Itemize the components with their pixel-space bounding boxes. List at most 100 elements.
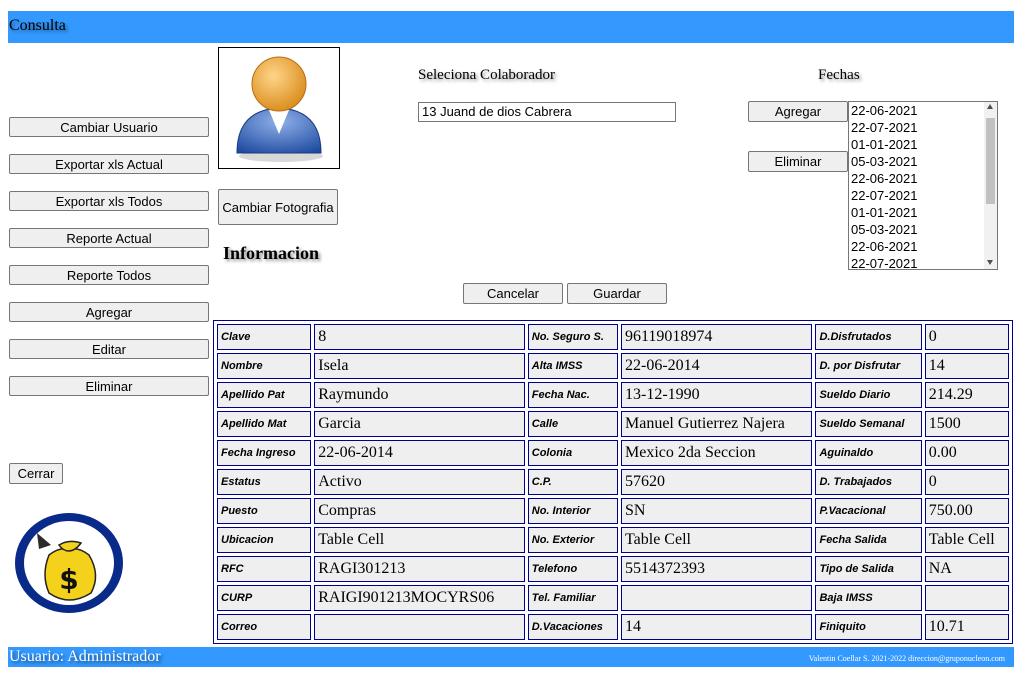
report-all-button[interactable]: Reporte Todos [9, 265, 209, 285]
field-value[interactable]: 750.00 [924, 498, 1009, 524]
field-label: Calle [527, 411, 618, 437]
delete-button[interactable]: Eliminar [9, 376, 209, 396]
change-photo-button[interactable]: Cambiar Fotografia [218, 189, 338, 225]
field-label: Apellido Mat [217, 411, 312, 437]
dates-scrollbar[interactable] [984, 102, 997, 269]
field-value[interactable]: 10.71 [924, 614, 1009, 640]
field-label: Nombre [217, 353, 312, 379]
field-label: Finiquito [815, 614, 922, 640]
scroll-up-icon[interactable] [987, 104, 993, 109]
date-list-item[interactable]: 22-07-2021 [849, 255, 985, 269]
field-label: Telefono [527, 556, 618, 582]
footer-bar: Usuario: Administrador Valentin Coellar … [8, 647, 1014, 667]
date-list-item[interactable]: 22-07-2021 [849, 187, 985, 204]
field-value[interactable]: Table Cell [924, 527, 1009, 553]
field-label: Estatus [217, 469, 312, 495]
table-row: Nombre Isela Alta IMSS 22-06-2014 D. por Dis… [217, 353, 1009, 379]
field-value[interactable]: 8 [314, 324, 525, 350]
field-value[interactable]: 14 [924, 353, 1009, 379]
report-current-button[interactable]: Reporte Actual [9, 228, 209, 248]
field-label: Apellido Pat [217, 382, 312, 408]
field-value[interactable]: 1500 [924, 411, 1009, 437]
field-value[interactable] [620, 585, 813, 611]
table-row: CURP RAIGI901213MOCYRS06 Tel. Familiar Baja… [217, 585, 1009, 611]
field-value[interactable]: 214.29 [924, 382, 1009, 408]
date-list-item[interactable]: 01-01-2021 [849, 136, 985, 153]
scroll-thumb[interactable] [986, 118, 995, 204]
date-list-item[interactable]: 22-06-2021 [849, 238, 985, 255]
date-list-item[interactable]: 22-06-2021 [849, 102, 985, 119]
field-value[interactable]: Compras [314, 498, 525, 524]
date-list-item[interactable]: 22-07-2021 [849, 119, 985, 136]
export-xls-all-button[interactable]: Exportar xls Todos [9, 191, 209, 211]
field-value[interactable]: Mexico 2da Seccion [620, 440, 813, 466]
field-label: P.Vacacional [815, 498, 922, 524]
field-label: RFC [217, 556, 312, 582]
field-value[interactable]: NA [924, 556, 1009, 582]
table-row: RFC RAGI301213 Telefono 5514372393 Tipo de S… [217, 556, 1009, 582]
field-value[interactable]: SN [620, 498, 813, 524]
field-value[interactable]: 0 [924, 324, 1009, 350]
save-button[interactable]: Guardar [567, 283, 667, 304]
field-value[interactable]: 13-12-1990 [620, 382, 813, 408]
table-row: Apellido Mat Garcia Calle Manuel Gutierrez … [217, 411, 1009, 437]
user-avatar-icon [236, 56, 323, 162]
field-value[interactable]: Table Cell [314, 527, 525, 553]
table-row: Ubicacion Table Cell No. Exterior Table Cel… [217, 527, 1009, 553]
date-list-item[interactable]: 22-06-2021 [849, 170, 985, 187]
collaborator-label: Seleciona Colaborador [418, 67, 556, 83]
add-button[interactable]: Agregar [9, 302, 209, 322]
date-list-item[interactable]: 01-01-2021 [849, 204, 985, 221]
date-list-item[interactable]: 05-03-2021 [849, 221, 985, 238]
field-label: Aguinaldo [815, 440, 922, 466]
field-value[interactable]: Activo [314, 469, 525, 495]
field-value[interactable]: Manuel Gutierrez Najera [620, 411, 813, 437]
field-value[interactable]: 22-06-2014 [620, 353, 813, 379]
table-row: Puesto Compras No. Interior SN P.Vacacional 7… [217, 498, 1009, 524]
field-value[interactable]: 14 [620, 614, 813, 640]
table-row: Correo D.Vacaciones 14 Finiquito 10.71 [217, 614, 1009, 640]
field-label: D. por Disfrutar [815, 353, 922, 379]
field-label: Fecha Ingreso [217, 440, 312, 466]
field-label: Fecha Nac. [527, 382, 618, 408]
add-date-button[interactable]: Agregar [748, 101, 848, 122]
field-value[interactable]: 57620 [620, 469, 813, 495]
table-row: Estatus Activo C.P. 57620 D. Trabajados 0 [217, 469, 1009, 495]
field-label: No. Exterior [527, 527, 618, 553]
field-label: Baja IMSS [815, 585, 922, 611]
field-label: No. Seguro S. [527, 324, 618, 350]
field-value[interactable] [924, 585, 1009, 611]
field-label: D. Trabajados [815, 469, 922, 495]
field-value[interactable]: 22-06-2014 [314, 440, 525, 466]
scroll-down-icon[interactable] [987, 260, 993, 265]
field-value[interactable]: Table Cell [620, 527, 813, 553]
field-value[interactable]: Isela [314, 353, 525, 379]
close-button[interactable]: Cerrar [9, 463, 63, 484]
field-label: Tipo de Salida [815, 556, 922, 582]
footer-credit: Valentin Coellar S. 2021-2022 direccion@… [808, 654, 1005, 663]
header-bar: Consulta [8, 11, 1014, 43]
field-label: Sueldo Diario [815, 382, 922, 408]
field-value[interactable]: RAIGI901213MOCYRS06 [314, 585, 525, 611]
page-title: Consulta [9, 17, 66, 34]
field-value[interactable]: 0.00 [924, 440, 1009, 466]
field-value[interactable]: Raymundo [314, 382, 525, 408]
cancel-button[interactable]: Cancelar [463, 283, 563, 304]
field-label: Alta IMSS [527, 353, 618, 379]
field-value[interactable] [314, 614, 525, 640]
field-label: No. Interior [527, 498, 618, 524]
field-value[interactable]: 0 [924, 469, 1009, 495]
export-xls-current-button[interactable]: Exportar xls Actual [9, 154, 209, 174]
dates-listbox[interactable]: 22-06-2021 22-07-2021 01-01-2021 05-03-2021… [848, 101, 998, 270]
edit-button[interactable]: Editar [9, 339, 209, 359]
field-value[interactable]: 96119018974 [620, 324, 813, 350]
employee-info-table: Clave 8 No. Seguro S. 96119018974 D.Disfruta… [213, 320, 1013, 644]
field-value[interactable]: 5514372393 [620, 556, 813, 582]
field-value[interactable]: Garcia [314, 411, 525, 437]
collaborator-input[interactable]: 13 Juand de dios Cabrera [418, 102, 676, 122]
remove-date-button[interactable]: Eliminar [748, 151, 848, 172]
date-list-item[interactable]: 05-03-2021 [849, 153, 985, 170]
field-value[interactable]: RAGI301213 [314, 556, 525, 582]
change-user-button[interactable]: Cambiar Usuario [9, 117, 209, 137]
field-label: Colonia [527, 440, 618, 466]
